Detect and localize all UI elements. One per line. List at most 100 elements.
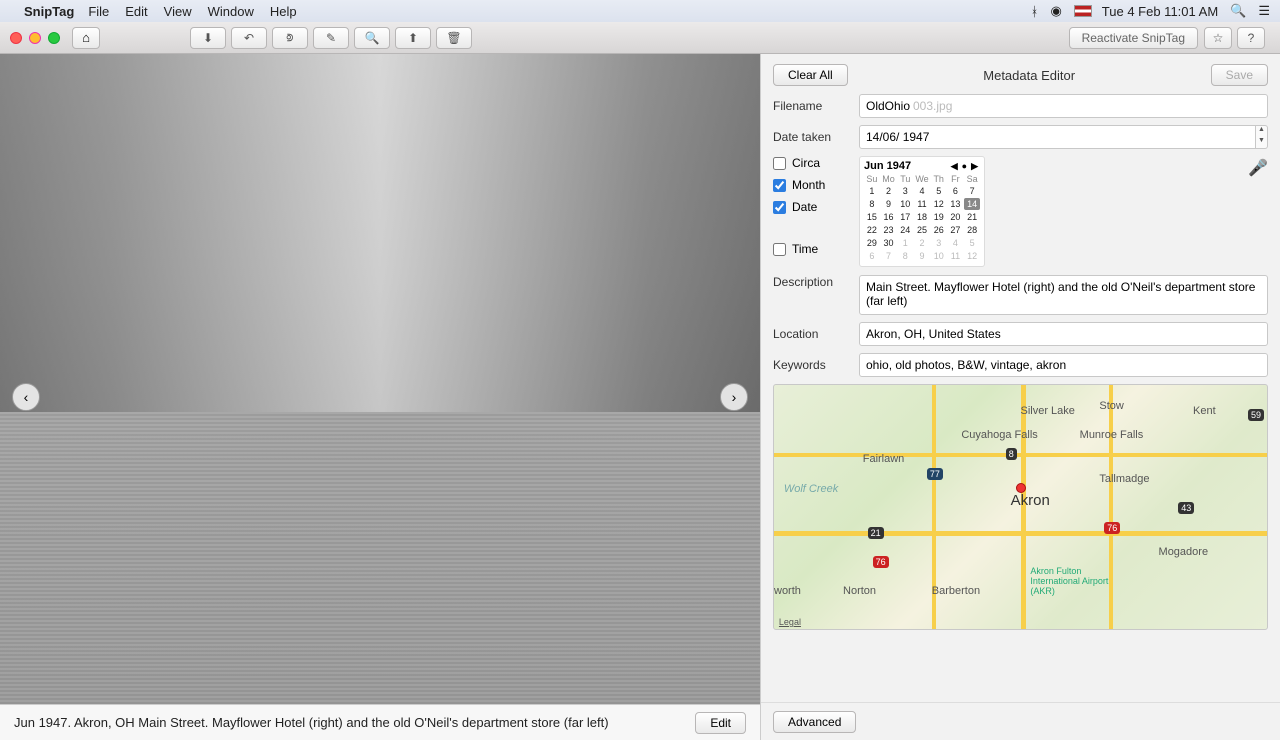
date-taken-input[interactable]: [859, 125, 1256, 149]
cal-day[interactable]: 7: [964, 185, 980, 197]
cal-day[interactable]: 20: [948, 211, 964, 223]
map-pin[interactable]: [1016, 483, 1026, 493]
map-city-mogadore: Mogadore: [1159, 546, 1209, 558]
app-name[interactable]: SnipTag: [24, 4, 74, 19]
cal-prev[interactable]: ◀: [949, 161, 960, 172]
cal-day[interactable]: 18: [914, 211, 930, 223]
next-image-button[interactable]: ›: [720, 383, 748, 411]
date-checkbox[interactable]: Date: [773, 200, 859, 214]
minimize-button[interactable]: [29, 32, 41, 44]
cal-day[interactable]: 8: [897, 250, 913, 262]
cal-day[interactable]: 12: [931, 198, 947, 210]
cal-day[interactable]: 14: [964, 198, 980, 210]
menu-file[interactable]: File: [88, 4, 109, 19]
cal-day[interactable]: 4: [914, 185, 930, 197]
import-button[interactable]: ⬇: [190, 27, 226, 49]
date-taken-label: Date taken: [773, 130, 859, 144]
month-checkbox[interactable]: Month: [773, 178, 859, 192]
cal-day[interactable]: 3: [897, 185, 913, 197]
clock[interactable]: Tue 4 Feb 11:01 AM: [1102, 4, 1218, 19]
shield-43: 43: [1178, 502, 1194, 514]
edit-caption-button[interactable]: Edit: [695, 712, 746, 734]
location-input[interactable]: [859, 322, 1268, 346]
map-airport: Akron Fulton International Airport (AKR): [1030, 566, 1120, 596]
undo-button[interactable]: ↶: [231, 27, 267, 49]
date-stepper[interactable]: ▲▼: [1256, 125, 1268, 149]
shield-21: 21: [868, 527, 884, 539]
map[interactable]: Akron Silver Lake Stow Kent Cuyahoga Fal…: [773, 384, 1268, 630]
cal-day[interactable]: 7: [881, 250, 897, 262]
calendar[interactable]: Jun 1947 ◀ ● ▶ SuMoTuWeThFrSa12345678910…: [859, 156, 985, 267]
cal-day[interactable]: 9: [881, 198, 897, 210]
favorite-button[interactable]: ☆: [1204, 27, 1232, 49]
save-button[interactable]: Save: [1211, 64, 1268, 86]
map-legal[interactable]: Legal: [779, 617, 801, 627]
cal-day[interactable]: 11: [914, 198, 930, 210]
maximize-button[interactable]: [48, 32, 60, 44]
export-button[interactable]: ⬆: [395, 27, 431, 49]
cal-day[interactable]: 9: [914, 250, 930, 262]
cal-day[interactable]: 28: [964, 224, 980, 236]
filename-input[interactable]: [859, 94, 1268, 118]
cal-day[interactable]: 17: [897, 211, 913, 223]
cal-day[interactable]: 5: [964, 237, 980, 249]
cal-day[interactable]: 29: [864, 237, 880, 249]
cal-today[interactable]: ●: [960, 161, 969, 171]
cal-day[interactable]: 15: [864, 211, 880, 223]
cal-day[interactable]: 1: [864, 185, 880, 197]
trash-button[interactable]: 🗑: [436, 27, 472, 49]
bluetooth-icon[interactable]: ᚼ: [1031, 4, 1039, 19]
dictation-icon[interactable]: 🎤: [1248, 156, 1268, 180]
cal-day[interactable]: 26: [931, 224, 947, 236]
help-button[interactable]: ?: [1237, 27, 1265, 49]
home-button[interactable]: ⌂: [72, 27, 100, 49]
flag-icon[interactable]: [1074, 5, 1092, 17]
cal-day[interactable]: 24: [897, 224, 913, 236]
menu-help[interactable]: Help: [270, 4, 297, 19]
prev-image-button[interactable]: ‹: [12, 383, 40, 411]
cal-day[interactable]: 12: [964, 250, 980, 262]
cal-day[interactable]: 5: [931, 185, 947, 197]
cal-day[interactable]: 21: [964, 211, 980, 223]
spotlight-icon[interactable]: 🔍: [1230, 3, 1246, 19]
photo[interactable]: [0, 54, 760, 704]
menu-extras-icon[interactable]: ☰: [1258, 3, 1270, 19]
menu-view[interactable]: View: [164, 4, 192, 19]
advanced-button[interactable]: Advanced: [773, 711, 856, 733]
reactivate-button[interactable]: Reactivate SnipTag: [1069, 27, 1198, 49]
circa-checkbox[interactable]: Circa: [773, 156, 859, 170]
cal-day[interactable]: 1: [897, 237, 913, 249]
menu-window[interactable]: Window: [208, 4, 254, 19]
close-button[interactable]: [10, 32, 22, 44]
clear-all-button[interactable]: Clear All: [773, 64, 848, 86]
cal-day[interactable]: 10: [931, 250, 947, 262]
cal-day[interactable]: 2: [914, 237, 930, 249]
cal-day[interactable]: 22: [864, 224, 880, 236]
keywords-input[interactable]: [859, 353, 1268, 377]
menu-edit[interactable]: Edit: [125, 4, 147, 19]
cal-day[interactable]: 8: [864, 198, 880, 210]
map-city-silver: Silver Lake: [1021, 405, 1075, 417]
edit-tool-button[interactable]: ✎: [313, 27, 349, 49]
cal-day[interactable]: 11: [948, 250, 964, 262]
cal-day[interactable]: 30: [881, 237, 897, 249]
cal-day[interactable]: 23: [881, 224, 897, 236]
crop-button[interactable]: ⟄: [272, 27, 308, 49]
cal-day[interactable]: 3: [931, 237, 947, 249]
time-checkbox[interactable]: Time: [773, 242, 859, 256]
wifi-icon[interactable]: ◉: [1050, 3, 1061, 19]
cal-day[interactable]: 10: [897, 198, 913, 210]
cal-day[interactable]: 27: [948, 224, 964, 236]
cal-day[interactable]: 6: [864, 250, 880, 262]
cal-day[interactable]: 19: [931, 211, 947, 223]
cal-day[interactable]: 13: [948, 198, 964, 210]
shield-77: 77: [927, 468, 943, 480]
zoom-button[interactable]: 🔍: [354, 27, 390, 49]
cal-day[interactable]: 6: [948, 185, 964, 197]
cal-next[interactable]: ▶: [969, 161, 980, 172]
cal-day[interactable]: 16: [881, 211, 897, 223]
cal-day[interactable]: 4: [948, 237, 964, 249]
cal-day[interactable]: 2: [881, 185, 897, 197]
cal-day[interactable]: 25: [914, 224, 930, 236]
description-input[interactable]: [859, 275, 1268, 315]
